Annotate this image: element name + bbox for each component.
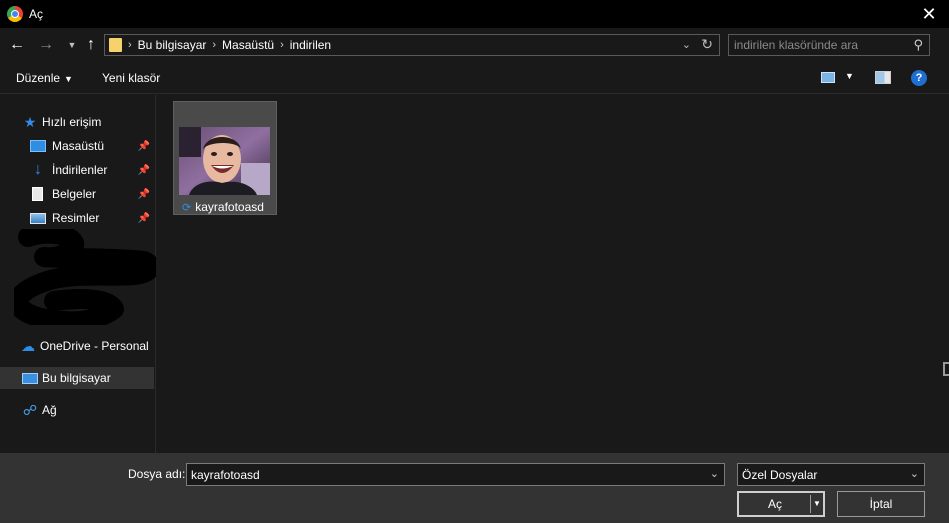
image-thumbnail	[179, 127, 270, 195]
new-folder-button[interactable]: Yeni klasör	[102, 71, 160, 85]
chrome-icon	[7, 6, 23, 22]
breadcrumb-desktop[interactable]: Masaüstü	[222, 38, 274, 52]
organize-menu[interactable]: Düzenle ▼	[16, 71, 73, 85]
sync-icon: ⟳	[182, 201, 192, 214]
organize-label: Düzenle	[16, 71, 61, 85]
file-tile[interactable]: ⟳ kayrafotoasd	[173, 101, 277, 215]
sidebar-item-label: İndirilenler	[52, 163, 108, 177]
pictures-icon	[30, 212, 46, 224]
search-icon[interactable]: ⚲	[913, 37, 923, 53]
sidebar-item-quick-access[interactable]: ★ Hızlı erişim	[0, 111, 154, 133]
filename-combobox[interactable]: ⌄	[186, 463, 725, 486]
file-name-label: kayrafotoasd	[195, 200, 264, 214]
filename-label: Dosya adı:	[128, 467, 186, 481]
computer-icon	[22, 372, 38, 384]
pin-icon: 📌	[137, 140, 150, 152]
pin-icon: 📌	[137, 188, 150, 200]
sidebar-item-label: Resimler	[52, 211, 100, 225]
desktop-icon	[30, 140, 46, 152]
refresh-icon[interactable]: ↻	[701, 36, 713, 53]
breadcrumb-downloaded[interactable]: indirilen	[290, 38, 331, 52]
search-box[interactable]: ⚲	[728, 34, 930, 56]
sidebar-item-label: Bu bilgisayar	[42, 371, 111, 385]
chevron-down-icon[interactable]: ⌄	[682, 38, 691, 51]
forward-button[interactable]: →	[37, 36, 55, 54]
help-icon[interactable]: ?	[911, 70, 927, 86]
sidebar-item-desktop[interactable]: Masaüstü 📌	[0, 135, 154, 157]
scrollbar-edge[interactable]	[943, 362, 949, 376]
document-icon	[32, 187, 43, 201]
breadcrumb-this-pc[interactable]: Bu bilgisayar	[138, 38, 207, 52]
change-view-icon[interactable]	[821, 72, 835, 83]
back-button[interactable]: ←	[8, 36, 26, 54]
breadcrumb-separator-icon[interactable]: ›	[212, 39, 216, 51]
network-icon: ☍	[22, 401, 38, 418]
filename-input[interactable]	[191, 467, 691, 483]
sidebar-item-this-pc[interactable]: Bu bilgisayar	[0, 367, 154, 389]
chevron-down-icon[interactable]: ⌄	[910, 467, 919, 480]
open-options-caret-icon[interactable]: ▼	[810, 495, 823, 513]
title-bar: Aç ✕	[0, 0, 949, 28]
caret-down-icon: ▼	[64, 74, 73, 84]
redaction-scribble	[14, 229, 156, 325]
pin-icon: 📌	[137, 212, 150, 224]
file-type-filter[interactable]: Özel Dosyalar ⌄	[737, 463, 925, 486]
sidebar-item-pictures[interactable]: Resimler 📌	[0, 207, 154, 229]
preview-pane-icon[interactable]	[875, 71, 891, 84]
sidebar-item-label: Hızlı erişim	[42, 115, 102, 129]
chevron-down-icon[interactable]: ⌄	[710, 467, 719, 480]
search-input[interactable]	[734, 37, 904, 53]
close-button[interactable]: ✕	[919, 4, 939, 24]
command-bar: Düzenle ▼ Yeni klasör	[0, 64, 949, 94]
file-caption: ⟳ kayrafotoasd	[182, 200, 264, 214]
sidebar-item-onedrive[interactable]: ☁ OneDrive - Personal	[0, 335, 154, 357]
sidebar-item-label: Belgeler	[52, 187, 97, 201]
star-icon: ★	[23, 113, 37, 130]
folder-icon	[109, 38, 122, 52]
window-title: Aç	[29, 7, 44, 21]
open-button[interactable]: Aç ▼	[737, 491, 825, 517]
cancel-button[interactable]: İptal	[837, 491, 925, 517]
view-options-caret-icon[interactable]: ▼	[845, 71, 854, 81]
breadcrumb-separator-icon[interactable]: ›	[280, 39, 284, 51]
pin-icon: 📌	[137, 164, 150, 176]
breadcrumb-separator-icon[interactable]: ›	[128, 39, 132, 51]
sidebar-item-label: OneDrive - Personal	[40, 339, 149, 353]
sidebar-item-label: Masaüstü	[52, 139, 105, 153]
up-button[interactable]: ↑	[82, 36, 100, 54]
open-button-label: Aç	[767, 497, 782, 511]
address-bar[interactable]: › Bu bilgisayar › Masaüstü › indirilen ⌄…	[104, 34, 720, 56]
sidebar-item-downloads[interactable]: ↓ İndirilenler 📌	[0, 159, 154, 181]
recent-locations-button[interactable]: ▼	[63, 36, 81, 54]
download-icon: ↓	[34, 161, 42, 178]
sidebar-item-network[interactable]: ☍ Ağ	[0, 399, 154, 421]
sidebar-item-documents[interactable]: Belgeler 📌	[0, 183, 154, 205]
cloud-icon: ☁	[21, 337, 35, 354]
file-type-value: Özel Dosyalar	[742, 468, 818, 482]
sidebar-item-label: Ağ	[42, 403, 57, 417]
